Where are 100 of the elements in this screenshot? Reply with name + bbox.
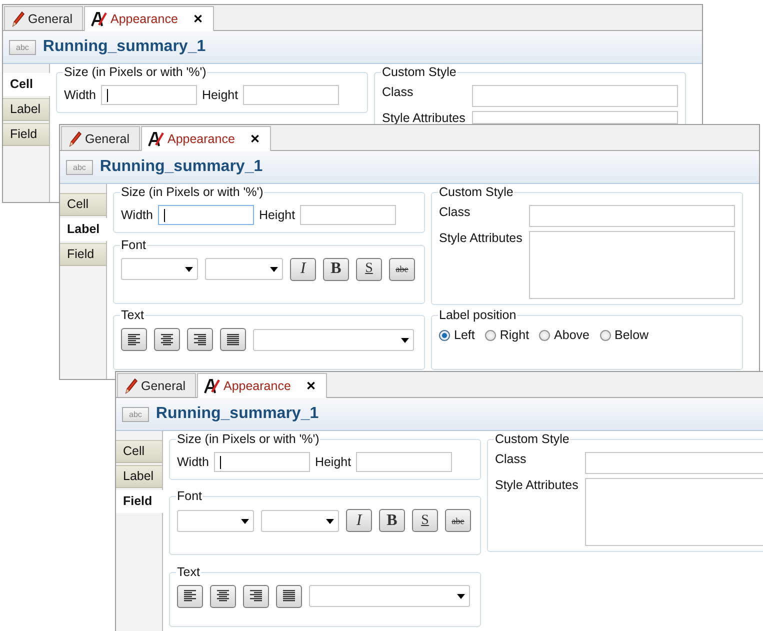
editor-tab[interactable]: General — [61, 126, 140, 150]
pencil-icon — [124, 378, 138, 394]
side-tab[interactable]: Field — [60, 243, 106, 266]
font-size-dropdown[interactable] — [205, 258, 283, 280]
editor-tab[interactable]: Appearance ✕ — [197, 373, 327, 398]
editor-tab[interactable]: General — [117, 373, 196, 397]
side-tab[interactable]: Label — [60, 218, 107, 241]
radio-label: Left — [454, 328, 475, 342]
align-left-button[interactable] — [121, 328, 147, 352]
align-right-icon — [250, 590, 262, 602]
radio-button[interactable] — [600, 330, 610, 341]
pencil-icon — [11, 10, 25, 26]
align-justify-icon — [227, 334, 239, 346]
element-type-badge: abc — [122, 406, 149, 422]
letter-pen-icon — [204, 378, 220, 394]
side-tab[interactable]: Cell — [3, 73, 50, 96]
element-type-badge: abc — [66, 160, 93, 174]
text-dropdown[interactable] — [253, 328, 414, 351]
font-style-button[interactable]: I — [290, 258, 316, 281]
height-field[interactable] — [243, 85, 340, 105]
width-field[interactable] — [214, 452, 310, 472]
style-attributes-field[interactable] — [585, 478, 763, 546]
style-attributes-field[interactable] — [472, 111, 678, 124]
close-button[interactable]: ✕ — [192, 12, 203, 26]
radio-label: Above — [554, 328, 590, 342]
width-label: Width — [121, 208, 153, 222]
class-field[interactable] — [472, 85, 678, 107]
class-label: Class — [495, 452, 528, 466]
dropdown-arrow-icon — [185, 267, 193, 272]
align-right-button[interactable] — [243, 584, 269, 608]
radio-button[interactable] — [484, 330, 496, 341]
side-tab[interactable]: Label — [3, 98, 49, 121]
close-button[interactable]: ✕ — [306, 379, 316, 393]
font-style-button[interactable]: B — [323, 258, 349, 281]
letter-pen-icon — [91, 12, 108, 26]
side-tab[interactable]: Cell — [116, 440, 162, 463]
align-center-icon — [217, 590, 229, 602]
dropdown-arrow-icon — [241, 518, 249, 524]
width-field[interactable] — [158, 205, 254, 225]
width-label: Width — [177, 455, 209, 469]
style-attributes-label: Style Attributes — [382, 111, 466, 125]
height-label: Height — [314, 455, 352, 469]
group-title: Size (in Pixels or with '%') — [120, 185, 264, 200]
style-attributes-label: Style Attributes — [495, 478, 580, 492]
letter-pen-icon — [148, 132, 164, 146]
editor-tab[interactable]: Appearance ✕ — [141, 126, 271, 151]
font-style-button[interactable]: abe — [445, 509, 471, 532]
group-title: Custom Style — [381, 65, 458, 80]
editor-tab[interactable]: Appearance ✕ — [84, 6, 214, 31]
class-field[interactable] — [529, 205, 735, 227]
height-field[interactable] — [300, 205, 396, 225]
radio-button[interactable] — [439, 330, 450, 341]
font-style-button[interactable]: abe — [389, 258, 415, 281]
height-label: Height — [258, 208, 296, 222]
align-center-icon — [161, 334, 173, 346]
font-family-dropdown[interactable] — [177, 510, 254, 532]
group-title: Size (in Pixels or with '%') — [63, 65, 208, 80]
text-dropdown[interactable] — [309, 585, 470, 608]
font-style-button[interactable]: S — [412, 509, 438, 532]
align-center-button[interactable] — [154, 328, 180, 352]
align-justify-button[interactable] — [276, 584, 302, 608]
dropdown-arrow-icon — [401, 338, 409, 343]
class-label: Class — [439, 205, 472, 219]
align-left-button[interactable] — [177, 584, 203, 608]
element-title: Running_summary_1 — [156, 405, 319, 423]
width-field[interactable] — [100, 85, 197, 105]
font-style-button[interactable]: S — [356, 258, 382, 281]
pencil-icon — [68, 130, 82, 146]
font-style-button[interactable]: I — [346, 509, 372, 532]
element-title: Running_summary_1 — [100, 158, 263, 176]
align-justify-button[interactable] — [220, 328, 246, 352]
height-label: Height — [202, 88, 238, 102]
align-left-icon — [128, 334, 140, 346]
height-field[interactable] — [356, 452, 452, 472]
radio-label: Right — [500, 328, 530, 342]
editor-tab[interactable]: General — [4, 6, 84, 30]
class-field[interactable] — [585, 452, 763, 474]
side-tab[interactable]: Label — [116, 465, 162, 488]
group-title: Custom Style — [438, 185, 514, 200]
side-tab[interactable]: Field — [3, 123, 49, 146]
dropdown-arrow-icon — [326, 518, 334, 524]
font-size-dropdown[interactable] — [261, 510, 339, 532]
class-label: Class — [382, 85, 414, 99]
align-center-button[interactable] — [210, 584, 236, 608]
radio-button[interactable] — [539, 330, 550, 341]
group-title: Label position — [438, 308, 518, 324]
font-style-button[interactable]: B — [379, 509, 405, 532]
side-tab[interactable]: Field — [116, 490, 163, 513]
align-right-button[interactable] — [187, 328, 213, 352]
font-family-dropdown[interactable] — [121, 258, 198, 280]
radio-label: Below — [614, 328, 649, 342]
element-type-badge: abc — [9, 40, 36, 54]
style-attributes-label: Style Attributes — [439, 231, 524, 245]
element-title: Running_summary_1 — [42, 38, 206, 56]
close-button[interactable]: ✕ — [250, 132, 260, 146]
align-justify-icon — [283, 590, 295, 602]
width-label: Width — [64, 88, 96, 102]
style-attributes-field[interactable] — [529, 231, 735, 299]
side-tab[interactable]: Cell — [60, 193, 106, 216]
align-right-icon — [194, 334, 206, 346]
